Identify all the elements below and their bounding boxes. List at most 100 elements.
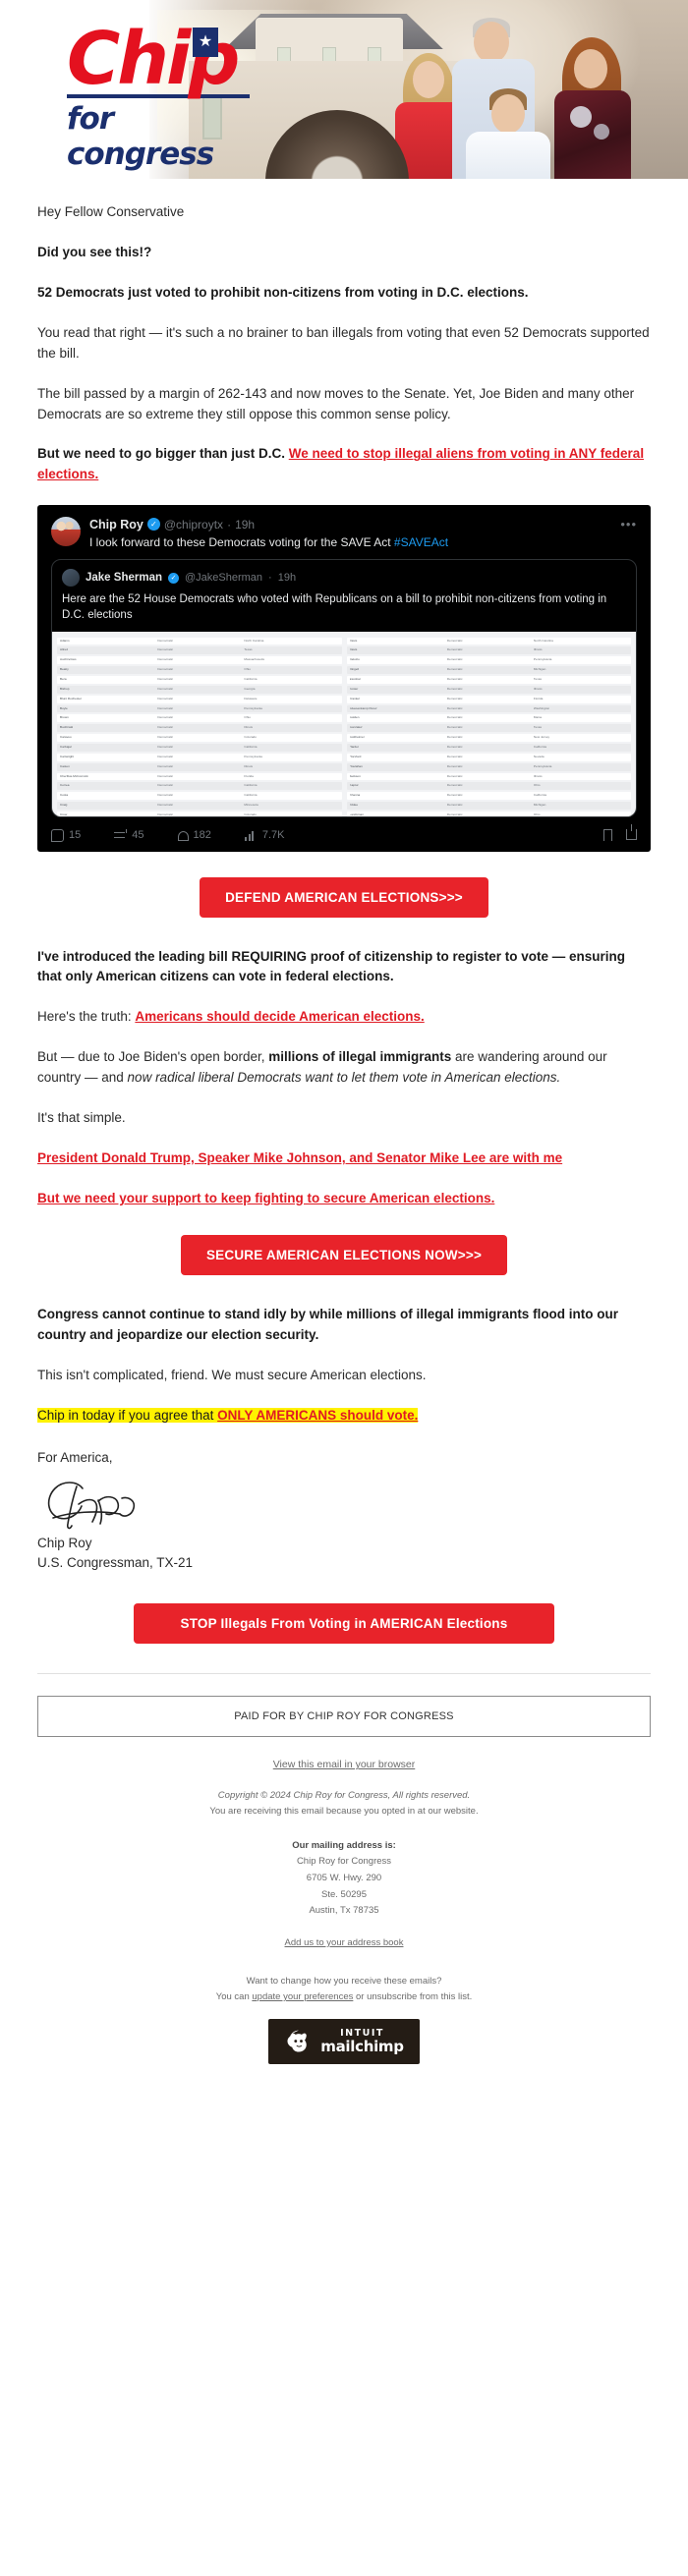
roster-cell: Colorado	[244, 736, 257, 740]
paragraph-go-bigger: But we need to go bigger than just D.C. …	[37, 444, 651, 485]
tweet-likes[interactable]: 182	[177, 829, 211, 842]
roster-row: Foster Democratic Illinois	[346, 685, 631, 694]
link-only-americans-should-vote[interactable]: ONLY AMERICANS should vote.	[217, 1408, 418, 1423]
roster-cell: Bishop	[60, 687, 70, 691]
roster-cell: Democratic	[446, 745, 463, 749]
roster-cell: Adams	[60, 639, 70, 643]
roster-cell: Ohio	[244, 716, 251, 720]
roster-row: Cherfilus-McCormick Democratic Florida	[57, 772, 342, 781]
mailchimp-wordmark: mailchimp	[320, 2037, 404, 2055]
roster-cell: Democratic	[446, 658, 463, 662]
roster-row: Gonzalez Democratic Texas	[346, 724, 631, 733]
roster-cell: Dingell	[349, 668, 359, 672]
roster-cell: Budzinski	[60, 726, 74, 730]
roster-cell: Pennsylvania	[244, 755, 262, 758]
paragraph-need-support: But we need your support to keep fightin…	[37, 1189, 651, 1209]
roster-row: Bishop Democratic Georgia	[57, 685, 342, 694]
roster-cell: Democratic	[157, 812, 174, 816]
roster-row: Adams Democratic North Carolina	[57, 637, 342, 645]
roster-cell: New Jersey	[533, 736, 550, 740]
embedded-tweet-card[interactable]: Chip Roy ✓ @chiproytx · 19h ••• I look f…	[37, 505, 651, 852]
quoted-timestamp: 19h	[277, 572, 297, 585]
paragraph-read-that-right: You read that right — it's such a no bra…	[37, 324, 650, 361]
roster-cell: Maine	[533, 716, 543, 720]
roster-row: Horsford Democratic Nevada	[346, 753, 631, 761]
roster-cell: Illinois	[244, 764, 254, 768]
bookmark-icon[interactable]	[603, 829, 612, 842]
footer-divider	[37, 1673, 651, 1675]
campaign-logo[interactable]: Chip ★ for congress	[67, 23, 263, 172]
roster-cell: California	[244, 677, 258, 681]
figure-boy-body	[466, 132, 550, 179]
link-need-your-support[interactable]: But we need your support to keep fightin…	[37, 1191, 494, 1205]
roster-cell: Ohio	[533, 784, 541, 788]
tweet-views[interactable]: 7.7K	[244, 829, 285, 841]
roster-column-right: Davis Democratic North Carolina Davis Democr…	[346, 637, 631, 816]
roster-cell: Democratic	[157, 794, 174, 798]
roster-row: Golden Democratic Maine	[346, 714, 631, 723]
link-americans-should-decide[interactable]: Americans should decide American electio…	[135, 1009, 424, 1024]
quoted-verified-badge-icon: ✓	[168, 572, 179, 584]
roster-cell: Democratic	[157, 668, 174, 672]
signature-block: For America, Chip Roy U.S. Congressman, …	[37, 1448, 651, 1575]
view-in-browser-link[interactable]: View this email in your browser	[273, 1759, 416, 1770]
link-endorsers[interactable]: President Donald Trump, Speaker Mike Joh…	[37, 1150, 562, 1165]
roster-column-left: Adams Democratic North Carolina Allred Democ…	[57, 637, 342, 816]
roster-cell: Democratic	[157, 648, 174, 652]
quoted-tweet-avatar	[62, 569, 80, 588]
roster-cell: Democratic	[446, 784, 463, 788]
roster-cell: Cartwright	[60, 755, 75, 758]
roster-row: Deluzio Democratic Pennsylvania	[346, 656, 631, 665]
share-icon[interactable]	[626, 824, 637, 841]
roster-cell: Harder	[349, 745, 359, 749]
stop-illegals-voting-button[interactable]: STOP Illegals From Voting in AMERICAN El…	[133, 1603, 555, 1645]
roster-row: Kaptur Democratic Ohio	[346, 782, 631, 791]
roster-row: Gottheimer Democratic New Jersey	[346, 734, 631, 742]
roster-cell: Delaware	[244, 697, 258, 700]
roster-cell: Illinois	[533, 774, 543, 778]
tweet-hashtag[interactable]: #SAVEAct	[394, 535, 448, 549]
paid-for-disclaimer: PAID FOR BY CHIP ROY FOR CONGRESS	[37, 1696, 651, 1738]
roster-cell: Democratic	[446, 639, 463, 643]
roster-row: Cartwright Democratic Pennsylvania	[57, 753, 342, 761]
vote-roster-screenshot: Adams Democratic North Carolina Allred Democ…	[52, 631, 636, 816]
update-preferences-link[interactable]: update your preferences	[252, 1991, 353, 2002]
roster-cell: Kildee	[349, 804, 359, 808]
tweet-replies[interactable]: 15	[51, 828, 81, 842]
quoted-tweet[interactable]: Jake Sherman ✓ @JakeSherman · 19h Here a…	[51, 559, 637, 817]
roster-cell: Illinois	[533, 648, 543, 652]
tweet-author-handle: @chiproytx	[163, 517, 224, 532]
roster-cell: Georgia	[244, 687, 256, 691]
roster-row: Carbajal Democratic California	[57, 743, 342, 752]
roster-cell: Washington	[533, 706, 550, 710]
headline-text: 52 Democrats just voted to prohibit non-…	[37, 284, 529, 300]
like-icon	[177, 831, 189, 842]
more-options-icon[interactable]: •••	[620, 517, 637, 532]
roster-cell: Gonzalez	[349, 726, 363, 730]
roster-cell: Costa	[60, 794, 69, 798]
roster-cell: Democratic	[157, 658, 174, 662]
mailing-address-label: Our mailing address is:	[292, 1839, 396, 1851]
paragraph-heres-the-truth: Here's the truth: Americans should decid…	[37, 1009, 425, 1025]
roster-cell: Allred	[60, 648, 68, 652]
roster-cell: Golden	[349, 716, 360, 720]
signoff-text: For America,	[37, 1449, 113, 1465]
roster-row: Gluesenkamp Perez Democratic Washington	[346, 704, 631, 713]
roster-cell: Cherfilus-McCormick	[60, 774, 88, 778]
mailchimp-badge[interactable]: INTUIT mailchimp	[268, 2019, 420, 2065]
roster-cell: Texas	[244, 648, 253, 652]
roster-row: Budzinski Democratic Illinois	[57, 724, 342, 733]
roster-cell: Massachusetts	[244, 658, 265, 662]
roster-row: Correa Democratic California	[57, 782, 342, 791]
roster-row: Frankel Democratic Florida	[346, 695, 631, 703]
add-to-address-book-link[interactable]: Add us to your address book	[285, 1937, 404, 1948]
secure-american-elections-button[interactable]: SECURE AMERICAN ELECTIONS NOW>>>	[180, 1234, 508, 1275]
defend-american-elections-button[interactable]: DEFEND AMERICAN ELECTIONS>>>	[200, 876, 488, 918]
roster-cell: Democratic	[157, 764, 174, 768]
figure-dad-head	[474, 22, 509, 63]
roster-cell: Pennsylvania	[533, 764, 552, 768]
tweet-retweets[interactable]: 45	[114, 828, 144, 842]
highlight-chip-in: Chip in today if you agree that ONLY AME…	[37, 1407, 419, 1423]
address-line-4: Austin, Tx 78735	[309, 1905, 379, 1917]
roster-cell: Florida	[533, 697, 544, 700]
